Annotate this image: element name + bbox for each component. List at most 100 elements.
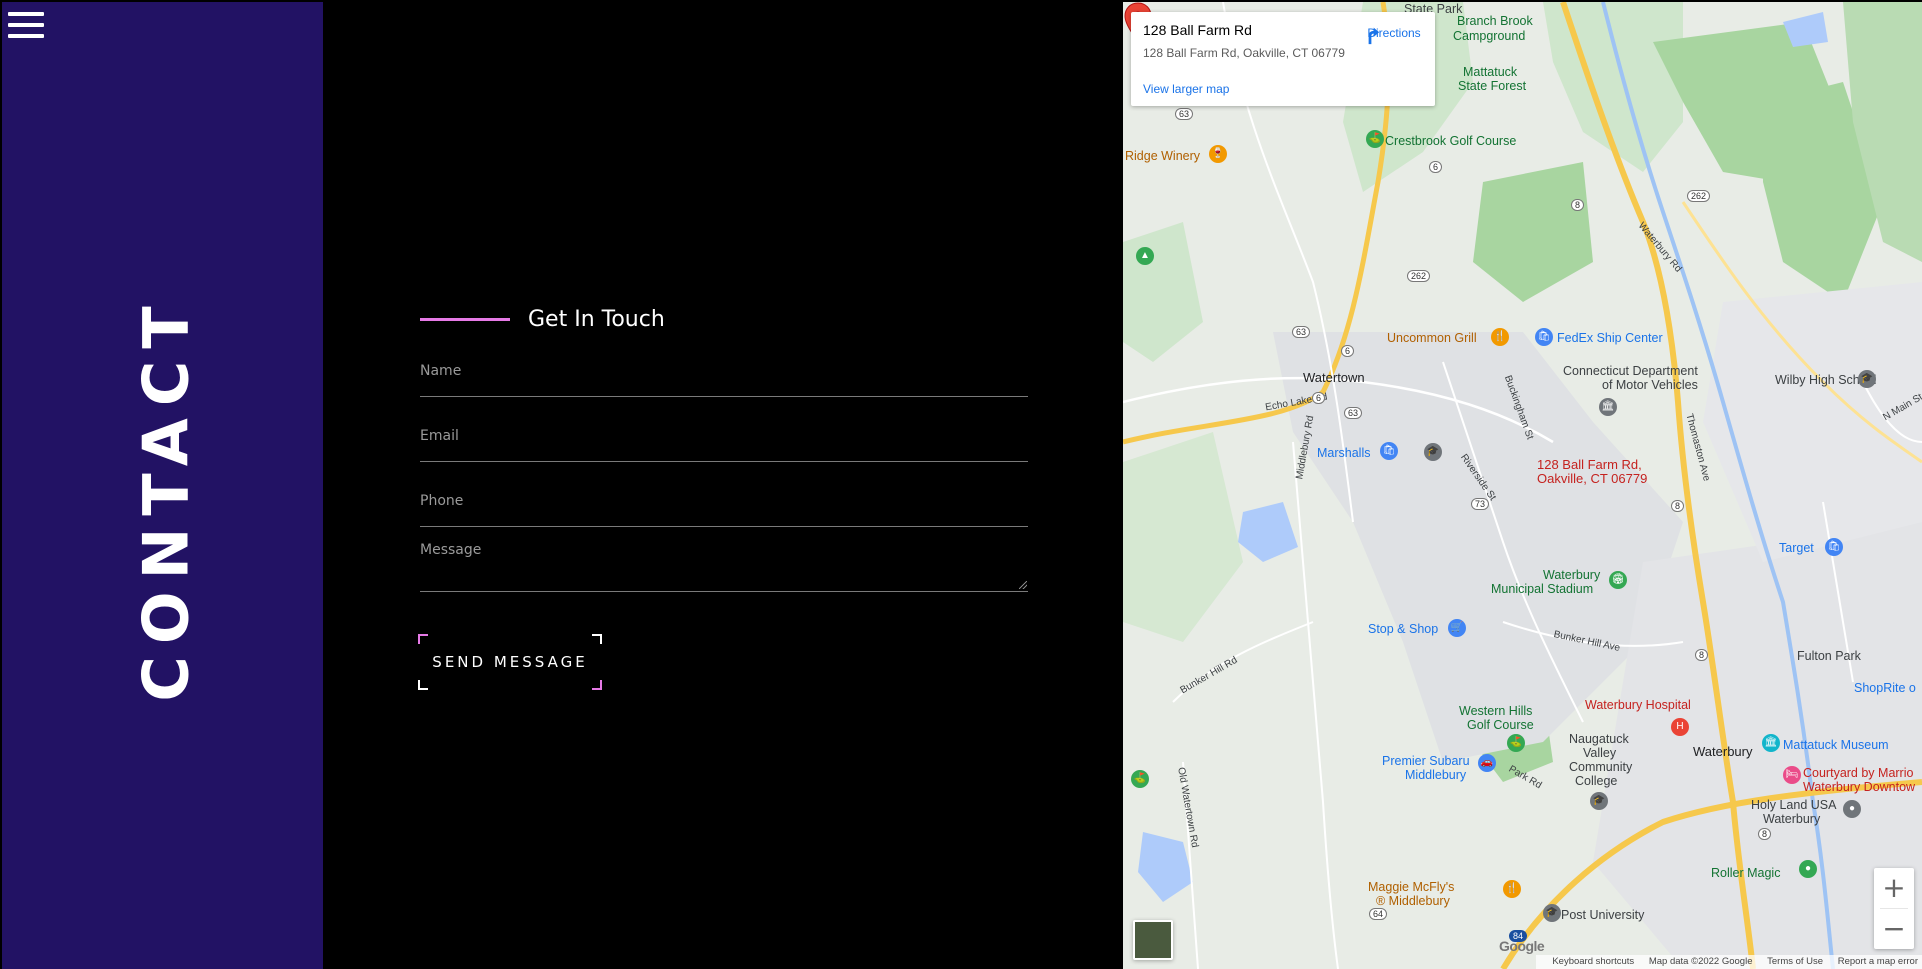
route-shield: 63 [1175,108,1194,120]
corner-decoration [418,680,428,690]
name-input[interactable] [420,357,1028,385]
shopping-icon[interactable]: 🛍 [1825,538,1843,556]
heading-text: Get In Touch [528,307,665,332]
place-label: Naugatuck [1569,732,1629,746]
place-label: Courtyard by Marrio [1803,766,1914,780]
satellite-layer-toggle[interactable] [1133,920,1173,960]
school-icon[interactable]: 🎓 [1858,370,1876,388]
place-label: Uncommon Grill [1387,331,1477,345]
route-shield: 73 [1471,498,1490,510]
map-data-text: Map data ©2022 Google [1648,956,1753,967]
stadium-icon[interactable]: 🏟 [1609,571,1627,589]
place-label: Roller Magic [1711,866,1781,880]
place-label: Branch Brook [1457,14,1533,28]
shopping-icon[interactable]: 🛍 [1535,328,1553,346]
place-label: Waterbury [1763,812,1821,826]
place-label: FedEx Ship Center [1557,331,1663,345]
recreation-icon[interactable]: ● [1799,860,1817,878]
route-shield: 8 [1758,828,1772,840]
directions-icon [1368,27,1380,45]
hotel-icon[interactable]: 🛏 [1783,766,1801,784]
marker-label-line: Oakville, CT 06779 [1537,471,1648,486]
corner-decoration [592,680,602,690]
golf-icon[interactable]: ⛳ [1507,734,1525,752]
form-heading: Get In Touch [420,307,665,332]
government-icon[interactable]: 🏛 [1599,398,1617,416]
place-label: Campground [1453,29,1526,43]
zoom-out-button[interactable]: − [1874,909,1914,949]
landmark-icon[interactable]: ● [1843,800,1861,818]
zoom-in-button[interactable]: + [1874,868,1914,908]
place-label: Waterbury [1693,744,1753,759]
route-shield: 8 [1671,500,1685,512]
car-dealer-icon[interactable]: 🚗 [1478,754,1496,772]
school-icon[interactable]: 🎓 [1424,443,1442,461]
message-input[interactable] [420,542,1028,588]
zoom-controls: + − [1874,868,1914,949]
place-label: Watertown [1303,370,1365,385]
place-label: Crestbrook Golf Course [1385,134,1517,148]
send-message-button[interactable]: SEND MESSAGE [418,634,602,690]
restaurant-icon[interactable]: 🍴 [1491,328,1509,346]
place-label: Maggie McFly's [1368,880,1455,894]
place-label: Community [1569,760,1633,774]
place-label: Connecticut Department [1563,364,1698,378]
restaurant-icon[interactable]: 🍴 [1503,880,1521,898]
place-label: of Motor Vehicles [1602,378,1698,392]
place-label: ® Middlebury [1376,894,1450,908]
place-info-card: 128 Ball Farm Rd 128 Ball Farm Rd, Oakvi… [1131,12,1435,106]
route-shield: 6 [1429,161,1443,173]
report-error-link[interactable]: Report a map error [1838,956,1918,967]
place-label: Valley [1583,746,1617,760]
place-label: Fulton Park [1797,649,1861,663]
place-label: Middlebury [1405,768,1467,782]
place-label: Target [1779,541,1814,555]
golf-icon[interactable]: ⛳ [1366,130,1384,148]
shopping-icon[interactable]: 🛍 [1380,442,1398,460]
page-title: CONTACT [129,294,203,702]
route-shield: 64 [1369,908,1388,920]
museum-icon[interactable]: 🏛 [1762,734,1780,752]
keyboard-shortcuts-link[interactable]: Keyboard shortcuts [1552,956,1634,967]
place-label: Waterbury [1543,568,1601,582]
place-label: College [1575,774,1618,788]
resize-handle-icon[interactable] [1019,581,1027,589]
place-label: Premier Subaru [1382,754,1470,768]
winery-icon[interactable]: 🍷 [1209,145,1227,163]
directions-button[interactable]: Directions [1359,24,1429,45]
route-shield: 8 [1695,649,1709,661]
route-shield: 262 [1687,190,1711,202]
menu-bar [8,34,44,38]
route-shield: 6 [1312,392,1326,404]
embedded-map[interactable]: State Park Branch Brook Campground Matta… [1123,2,1922,969]
route-shield: 63 [1344,407,1363,419]
place-label: Ridge Winery [1125,149,1201,163]
place-label: State Forest [1458,79,1527,93]
school-icon[interactable]: 🎓 [1543,904,1561,922]
sidebar-panel: CONTACT [2,2,323,969]
place-label: Marshalls [1317,446,1371,460]
place-label: Mattatuck Museum [1783,738,1889,752]
email-input[interactable] [420,422,1028,450]
hospital-icon[interactable]: H [1671,718,1689,736]
place-label: Stop & Shop [1368,622,1439,636]
hamburger-menu-icon[interactable] [8,12,44,44]
route-shield: 262 [1407,270,1431,282]
corner-decoration [418,634,428,644]
route-shield: 8 [1571,199,1585,211]
place-label: Waterbury Downtow [1803,780,1916,794]
marker-label-line: 128 Ball Farm Rd, [1537,457,1642,472]
terms-link[interactable]: Terms of Use [1767,956,1823,967]
golf-icon[interactable]: ⛳ [1131,770,1149,788]
place-title: 128 Ball Farm Rd [1143,22,1252,38]
view-larger-map-link[interactable]: View larger map [1143,82,1229,96]
map-attribution: Keyboard shortcuts Map data ©2022 Google… [1536,955,1922,969]
place-label: Western Hills [1459,704,1533,718]
route-shield: 6 [1341,345,1355,357]
shopping-icon[interactable]: 🛒 [1448,619,1466,637]
menu-bar [8,12,44,16]
heading-accent-line [420,318,510,321]
park-icon[interactable]: ▲ [1136,247,1154,265]
phone-input[interactable] [420,487,1028,515]
school-icon[interactable]: 🎓 [1590,792,1608,810]
